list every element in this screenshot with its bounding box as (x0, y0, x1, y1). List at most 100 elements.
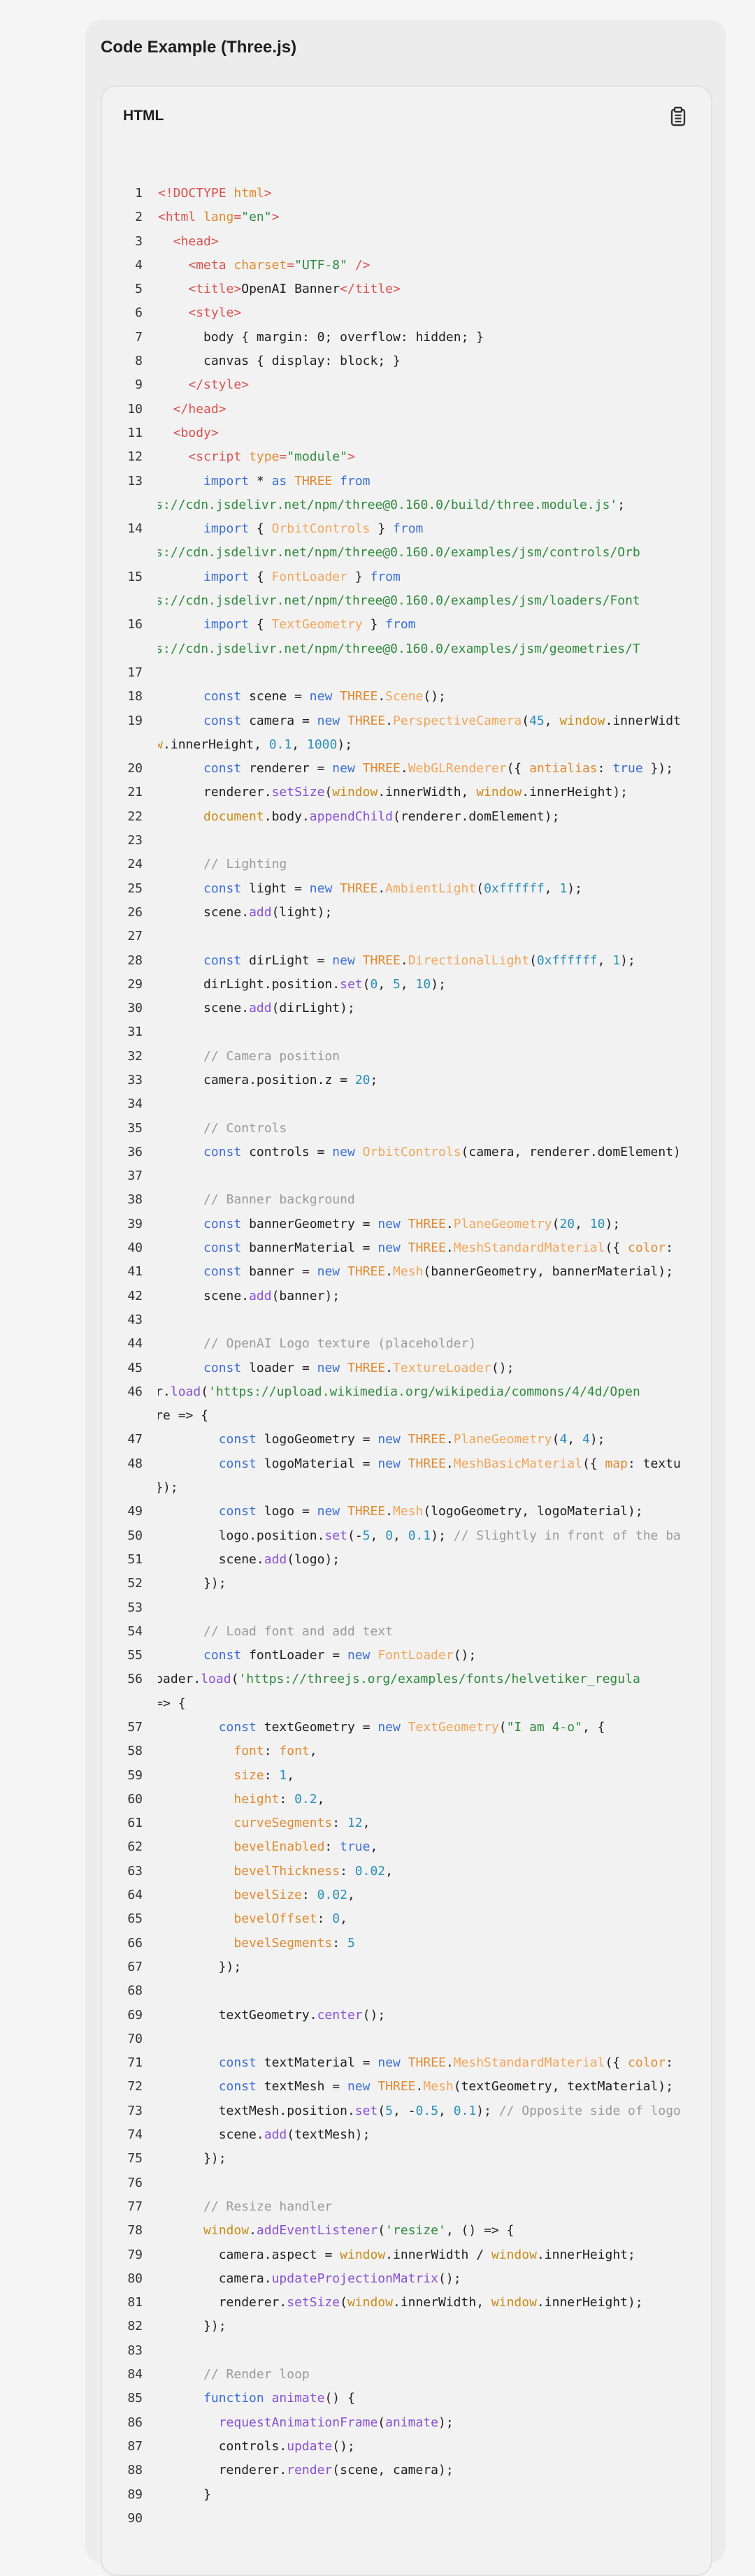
line-code: font: font, (233, 1744, 317, 1759)
code-content: 1 <!DOCTYPE html> 2 <html lang="en"> 3 <head… (102, 182, 711, 2531)
line-number: 13 (127, 473, 143, 489)
code-line: 60 height: 0.2, (102, 1788, 711, 1811)
code-line: 3 <head> (102, 230, 711, 254)
line-number: 30 (127, 1001, 143, 1016)
line-number: 24 (127, 857, 143, 872)
line-number: 79 (127, 2247, 143, 2262)
code-line: 14 import { OrbitControls } from'https:/… (102, 517, 711, 565)
code-line: 70 (102, 2027, 711, 2051)
code-line: 87 controls.update(); (102, 2435, 711, 2459)
line-number: 39 (127, 1216, 143, 1231)
line-number: 53 (127, 1600, 143, 1615)
line-code: height: 0.2, (233, 1791, 325, 1807)
code-line: 31 (102, 1020, 711, 1044)
code-line: 74 scene.add(textMesh); (102, 2123, 711, 2147)
line-code: camera.aspect = window.innerWidth / wind… (218, 2247, 635, 2262)
code-line: 54 // Load font and add text (102, 1620, 711, 1644)
line-number: 16 (127, 617, 143, 632)
code-line: 41 const banner = new THREE.Mesh(bannerG… (102, 1260, 711, 1284)
line-number: 54 (127, 1623, 143, 1639)
line-number: 37 (127, 1168, 143, 1184)
copy-code-button[interactable] (666, 105, 690, 129)
code-line: 49 const logo = new THREE.Mesh(logoGeome… (102, 1500, 711, 1524)
line-code: const textMaterial = new THREE.MeshStand… (218, 2055, 674, 2071)
code-line: 4 <meta charset="UTF-8" /> (102, 254, 711, 277)
line-code: camera.updateProjectionMatrix(); (218, 2271, 461, 2286)
line-number: 52 (127, 1576, 143, 1591)
line-code: </style> (188, 377, 250, 393)
code-line: 61 curveSegments: 12, (102, 1811, 711, 1835)
code-line: 82 }); (102, 2315, 711, 2338)
line-code: bevelThickness: 0.02, (233, 1863, 393, 1879)
line-number: 2 (135, 210, 143, 225)
line-number: 3 (135, 233, 143, 249)
line-code: }); (218, 1959, 242, 1974)
line-code: const textMesh = new THREE.Mesh(textGeom… (218, 2079, 674, 2094)
line-number: 73 (127, 2103, 143, 2118)
line-code: const fontLoader = new FontLoader(); (203, 1648, 477, 1663)
line-number: 70 (127, 2031, 143, 2046)
line-number: 50 (127, 1528, 143, 1543)
line-code: <meta charset="UTF-8" /> (188, 257, 371, 273)
line-code: const controls = new OrbitControls(camer… (203, 1144, 681, 1159)
line-code: const bannerMaterial = new THREE.MeshSta… (203, 1240, 674, 1256)
line-number: 7 (135, 329, 143, 345)
line-number: 87 (127, 2438, 143, 2454)
code-line: 36 const controls = new OrbitControls(ca… (102, 1141, 711, 1164)
line-code: dirLight.position.set(0, 5, 10); (203, 976, 446, 992)
line-code: const camera = new THREE.PerspectiveCame… (158, 713, 681, 752)
line-code: // Lighting (203, 857, 287, 872)
code-line: 47 const logoGeometry = new THREE.PlaneG… (102, 1428, 711, 1452)
code-line: 34 (102, 1092, 711, 1116)
line-number: 31 (127, 1025, 143, 1040)
code-line: 69 textGeometry.center(); (102, 2004, 711, 2027)
line-code: const logo = new THREE.Mesh(logoGeometry… (218, 1504, 643, 1519)
code-line: 63 bevelThickness: 0.02, (102, 1860, 711, 1883)
line-number: 23 (127, 833, 143, 848)
code-line: 67 }); (102, 1955, 711, 1979)
line-number: 77 (127, 2199, 143, 2214)
code-line: 51 scene.add(logo); (102, 1548, 711, 1572)
code-line: 45 const loader = new THREE.TextureLoade… (102, 1356, 711, 1380)
line-number: 44 (127, 1336, 143, 1352)
code-line: 11 <body> (102, 421, 711, 445)
line-code: const logoGeometry = new THREE.PlaneGeom… (218, 1432, 605, 1447)
line-code: // Load font and add text (203, 1623, 393, 1639)
line-number: 5 (135, 282, 143, 297)
line-number: 61 (127, 1816, 143, 1831)
line-code: <script type="module"> (188, 449, 355, 465)
line-code: scene.add(logo); (218, 1551, 340, 1567)
code-line: 13 import * as THREE from'https://cdn.js… (102, 470, 711, 518)
code-line: 81 renderer.setSize(window.innerWidth, w… (102, 2291, 711, 2315)
line-code: bevelSegments: 5 (233, 1935, 355, 1951)
code-line: 15 import { FontLoader } from'https://cd… (102, 565, 711, 614)
line-code: scene.add(banner); (203, 1288, 340, 1303)
code-line: 17 (102, 661, 711, 685)
code-line: 48 const logoMaterial = new THREE.MeshBa… (102, 1452, 711, 1500)
line-code: curveSegments: 12, (233, 1816, 371, 1831)
line-code: const bannerGeometry = new THREE.PlaneGe… (203, 1216, 621, 1231)
line-code: scene.add(light); (203, 904, 333, 920)
line-number: 84 (127, 2367, 143, 2382)
code-line: 12 <script type="module"> (102, 445, 711, 469)
line-number: 27 (127, 929, 143, 944)
code-line: 28 const dirLight = new THREE.Directiona… (102, 949, 711, 973)
line-number: 76 (127, 2175, 143, 2190)
code-line: 58 font: font, (102, 1739, 711, 1763)
line-number: 14 (127, 521, 143, 537)
code-language-label: HTML (123, 108, 164, 124)
line-code: <style> (188, 305, 242, 321)
line-number: 26 (127, 904, 143, 920)
code-line: 8 canvas { display: block; } (102, 349, 711, 373)
code-line: 80 camera.updateProjectionMatrix(); (102, 2267, 711, 2291)
line-number: 55 (127, 1648, 143, 1663)
code-line: 53 (102, 1596, 711, 1620)
line-number: 49 (127, 1504, 143, 1519)
code-line: 7 body { margin: 0; overflow: hidden; } (102, 326, 711, 349)
line-number: 64 (127, 1888, 143, 1903)
